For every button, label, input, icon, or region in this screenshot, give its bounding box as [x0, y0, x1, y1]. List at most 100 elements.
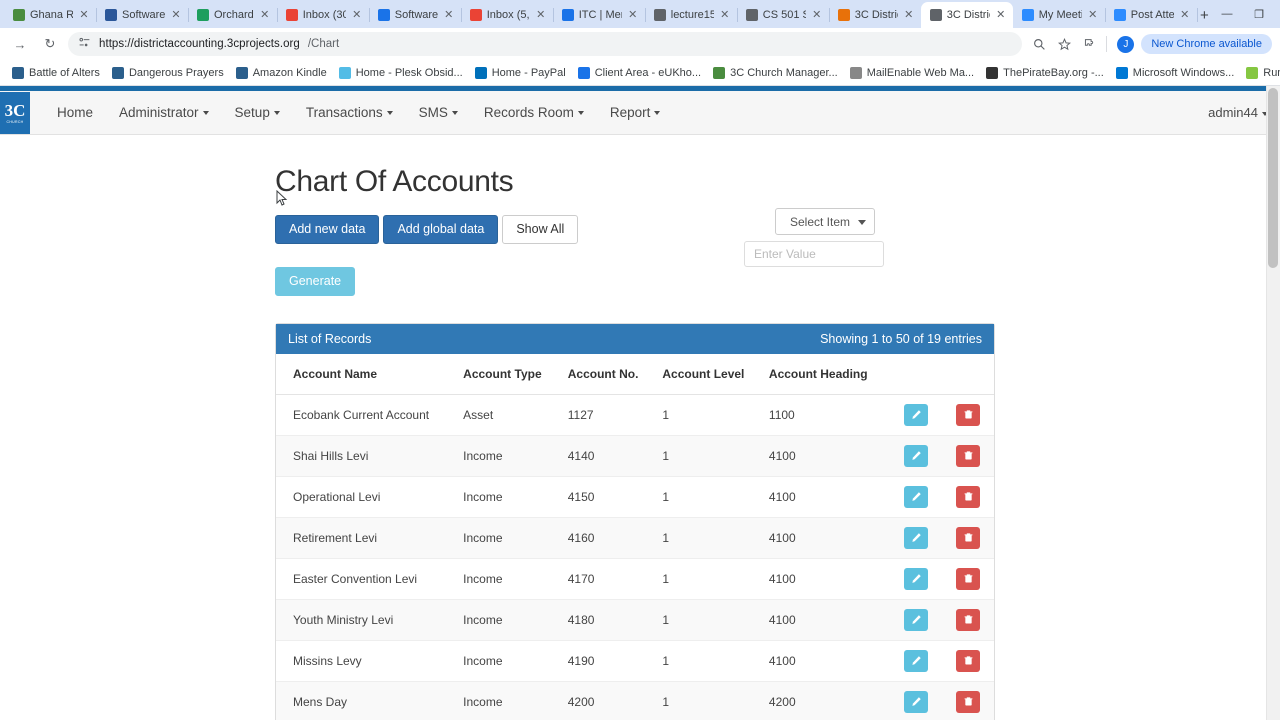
cell-account-name: Missins Levy: [276, 640, 464, 682]
tab-close-icon[interactable]: ✕: [259, 9, 271, 21]
tab-close-icon[interactable]: ✕: [78, 9, 90, 21]
eukhost-icon: [577, 66, 590, 79]
profile-avatar[interactable]: J: [1117, 35, 1135, 53]
puzzle-icon[interactable]: [1078, 33, 1100, 55]
browser-tab[interactable]: 3C District ✕: [920, 2, 1013, 28]
pencil-icon[interactable]: [904, 608, 929, 631]
pencil-icon[interactable]: [904, 444, 929, 467]
pencil-icon[interactable]: [904, 649, 929, 672]
chrome-update-pill[interactable]: New Chrome available: [1141, 34, 1272, 54]
tab-close-icon[interactable]: ✕: [903, 9, 915, 21]
trash-icon[interactable]: [956, 444, 981, 467]
browser-window: Ghana Reg ✕ Software E ✕ Orchard ✕ Inbox (302 ✕…: [0, 0, 1280, 720]
bookmark-item[interactable]: Home - PayPal: [469, 64, 572, 82]
generate-button[interactable]: Generate: [275, 267, 356, 296]
add-global-data-button[interactable]: Add global data: [383, 215, 499, 244]
kindle-icon: [12, 66, 24, 79]
bookmark-item[interactable]: Rumble All Videos: [1240, 64, 1280, 82]
trash-icon[interactable]: [956, 526, 981, 549]
select-item-dropdown[interactable]: Select Item: [775, 208, 875, 235]
nav-item-report[interactable]: Report: [597, 93, 674, 132]
cell-account-no: 4160: [567, 517, 663, 559]
nav-item-home[interactable]: Home: [44, 93, 106, 132]
browser-tab[interactable]: Software E ✕: [369, 2, 462, 28]
bookmarks-bar: Battle of Alters Dangerous Prayers Amazon …: [0, 60, 1280, 86]
bookmark-item[interactable]: Dangerous Prayers: [106, 64, 230, 82]
browser-tab[interactable]: Inbox (5,5 ✕: [461, 2, 554, 28]
reload-button[interactable]: ↻: [38, 32, 62, 56]
forward-button[interactable]: →: [8, 32, 32, 56]
browser-tab[interactable]: Inbox (302 ✕: [277, 2, 370, 28]
pencil-icon[interactable]: [904, 485, 929, 508]
column-header: Account Heading: [768, 353, 891, 395]
address-bar[interactable]: https://districtaccounting.3cprojects.or…: [68, 32, 1023, 56]
bookmark-item[interactable]: Battle of Alters: [6, 64, 106, 82]
tab-close-icon[interactable]: ✕: [170, 9, 182, 21]
nav-item-transactions[interactable]: Transactions: [293, 93, 406, 132]
chevron-down-icon: [202, 111, 209, 116]
bookmark-item[interactable]: MailEnable Web Ma...: [844, 64, 980, 82]
add-new-data-button[interactable]: Add new data: [275, 215, 380, 244]
nav-item-setup[interactable]: Setup: [222, 93, 293, 132]
trash-icon[interactable]: [956, 567, 981, 590]
bookmark-item[interactable]: ThePirateBay.org -...: [980, 64, 1110, 82]
tab-close-icon[interactable]: ✕: [719, 9, 731, 21]
bookmark-label: Dangerous Prayers: [128, 66, 224, 79]
new-tab-button[interactable]: +: [1197, 2, 1212, 28]
nav-item-administrator[interactable]: Administrator: [106, 93, 222, 132]
generate-row: Generate: [275, 267, 995, 296]
trash-icon[interactable]: [956, 485, 981, 508]
browser-tab[interactable]: Post Atten ✕: [1105, 2, 1198, 28]
chevron-down-icon: [858, 220, 866, 225]
browser-tab[interactable]: lecture153 ✕: [645, 2, 738, 28]
globe-icon: [653, 9, 666, 21]
cell-account-name: Operational Levi: [276, 476, 464, 518]
tab-close-icon[interactable]: ✕: [995, 9, 1007, 21]
page-scrollbar[interactable]: [1266, 86, 1280, 720]
browser-tab[interactable]: My Meetin ✕: [1013, 2, 1106, 28]
bookmark-item[interactable]: Microsoft Windows...: [1110, 64, 1240, 82]
bookmark-item[interactable]: Client Area - eUKho...: [572, 64, 707, 82]
browser-tab[interactable]: CS 501 Scr ✕: [737, 2, 830, 28]
bookmark-item[interactable]: 3C Church Manager...: [707, 64, 844, 82]
pencil-icon[interactable]: [904, 690, 929, 713]
trash-icon[interactable]: [956, 649, 981, 672]
trash-icon[interactable]: [956, 403, 981, 426]
bookmark-item[interactable]: Home - Plesk Obsid...: [333, 64, 469, 82]
table-row: Retirement Levi Income 4160 1 4100: [276, 517, 994, 559]
search-icon[interactable]: [1028, 33, 1050, 55]
site-settings-icon[interactable]: [78, 36, 91, 52]
browser-tab[interactable]: Software E ✕: [96, 2, 189, 28]
nav-item-label: Records Room: [483, 105, 574, 120]
tab-close-icon[interactable]: ✕: [443, 9, 455, 21]
maximize-button[interactable]: ❐: [1244, 1, 1274, 27]
pencil-icon[interactable]: [904, 403, 929, 426]
app-logo[interactable]: 3C CHURCH: [0, 91, 30, 134]
tab-close-icon[interactable]: ✕: [627, 9, 639, 21]
browser-tab[interactable]: Ghana Reg ✕: [4, 2, 97, 28]
pencil-icon[interactable]: [904, 567, 929, 590]
trash-icon[interactable]: [956, 608, 981, 631]
bookmark-label: Microsoft Windows...: [1132, 66, 1235, 79]
nav-item-label: Home: [57, 105, 94, 120]
tab-close-icon[interactable]: ✕: [535, 9, 547, 21]
nav-item-sms[interactable]: SMS: [406, 93, 471, 132]
pencil-icon[interactable]: [904, 526, 929, 549]
scrollbar-thumb[interactable]: [1268, 88, 1278, 268]
minimize-button[interactable]: —: [1212, 1, 1242, 27]
tab-close-icon[interactable]: ✕: [351, 9, 363, 21]
tab-close-icon[interactable]: ✕: [1179, 9, 1191, 21]
browser-tab[interactable]: Orchard ✕: [188, 2, 278, 28]
trash-icon[interactable]: [956, 690, 981, 713]
tab-close-icon[interactable]: ✕: [811, 9, 823, 21]
tab-close-icon[interactable]: ✕: [1087, 9, 1099, 21]
user-menu[interactable]: admin44: [1208, 105, 1268, 120]
show-all-button[interactable]: Show All: [502, 215, 579, 244]
browser-tab[interactable]: 3C Distric ✕: [829, 2, 922, 28]
browser-tab[interactable]: ITC | Merc ✕: [553, 2, 646, 28]
star-icon[interactable]: [1053, 33, 1075, 55]
nav-item-label: Administrator: [119, 105, 199, 120]
bookmark-item[interactable]: Amazon Kindle: [230, 64, 333, 82]
enter-value-input[interactable]: Enter Value: [744, 241, 884, 267]
nav-item-records-room[interactable]: Records Room: [471, 93, 597, 132]
